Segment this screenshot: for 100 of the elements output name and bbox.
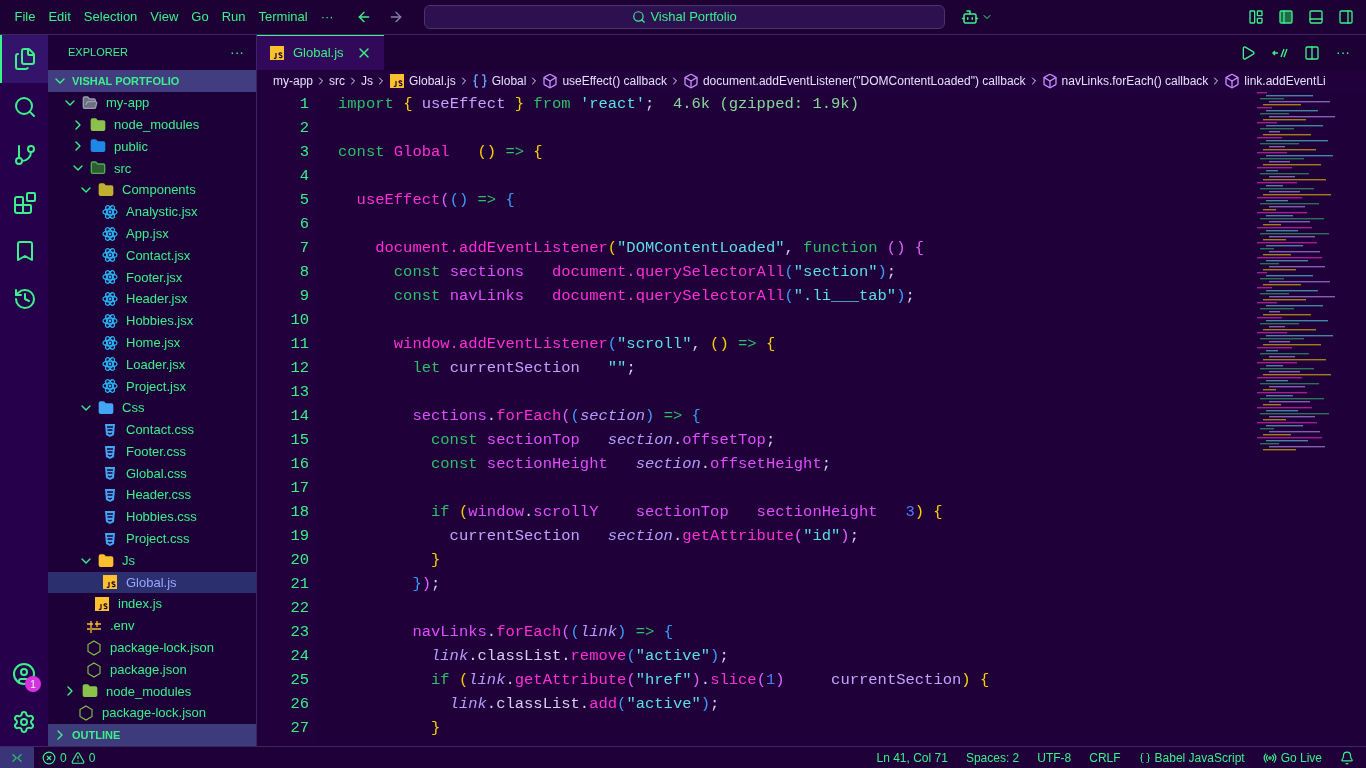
code-line: }: [430, 719, 441, 737]
language-button[interactable]: Babel JavaScript: [1138, 748, 1245, 767]
search-field[interactable]: Vishal Portfolio: [424, 5, 946, 29]
breadcrumb[interactable]: Global: [471, 72, 527, 90]
play-icon[interactable]: [1240, 44, 1256, 61]
breadcrumb[interactable]: my-app: [273, 72, 313, 90]
line-number: 27: [290, 718, 309, 739]
status-item[interactable]: Ln 41, Col 71: [876, 748, 948, 767]
menu-item[interactable]: Terminal: [252, 7, 315, 27]
line-number: 8: [299, 262, 309, 283]
tree-item[interactable]: Project.jsx: [48, 375, 256, 398]
tree-item[interactable]: Hobbies.css: [48, 506, 256, 528]
breadcrumb[interactable]: navLinks.forEach() callback: [1041, 72, 1209, 90]
copilot-button[interactable]: [961, 8, 994, 26]
tree-item[interactable]: Header.jsx: [48, 288, 256, 310]
line-number: 25: [290, 670, 309, 691]
line-number: 14: [290, 406, 309, 427]
section-header[interactable]: VISHAL PORTFOLIO: [48, 70, 256, 92]
layout-icon[interactable]: [1248, 9, 1264, 25]
problems-button[interactable]: 0 0: [42, 748, 96, 767]
remote-button[interactable]: [0, 747, 34, 768]
panel-right-icon[interactable]: [1338, 9, 1354, 25]
section-header[interactable]: OUTLINE: [48, 724, 256, 746]
tree-item[interactable]: node_modules: [48, 680, 256, 703]
tree-item[interactable]: Footer.css: [48, 440, 256, 463]
tree-item[interactable]: public: [48, 135, 256, 158]
tree-item[interactable]: App.jsx: [48, 222, 256, 245]
tree-item[interactable]: node_modules: [48, 113, 256, 136]
panel-bottom-icon[interactable]: [1308, 9, 1324, 25]
tree-item[interactable]: Header.css: [48, 484, 256, 507]
more-actions-button[interactable]: ···: [230, 42, 244, 63]
tree-item[interactable]: Global.css: [48, 462, 256, 485]
tree-item[interactable]: Hobbies.jsx: [48, 309, 256, 332]
folder-icon: [98, 400, 114, 417]
tree-item[interactable]: Css: [48, 397, 256, 419]
panel-left-icon[interactable]: [1278, 9, 1294, 25]
notification-badge: 1: [25, 676, 41, 692]
tree-item[interactable]: Analystic.jsx: [48, 201, 256, 223]
search-icon: [13, 95, 37, 119]
sliders-icon: [86, 618, 102, 634]
line-number: 1: [299, 94, 309, 115]
breadcrumb[interactable]: Global.js: [389, 72, 456, 90]
breadcrumb[interactable]: link.addEventLi: [1224, 72, 1326, 90]
tree-item[interactable]: Project.css: [48, 527, 256, 550]
account-icon[interactable]: [12, 662, 36, 686]
tree-item[interactable]: Js: [48, 549, 256, 572]
tree-item[interactable]: package.json: [48, 658, 256, 681]
line-number: 19: [290, 526, 309, 547]
line-number: 23: [290, 622, 309, 643]
menu-item[interactable]: Go: [184, 7, 216, 27]
status-item[interactable]: UTF-8: [1037, 748, 1072, 767]
bell-icon[interactable]: [1340, 750, 1354, 765]
code-line: window.addEventListener("scroll", () => {: [392, 335, 776, 353]
tree-item[interactable]: Contact.jsx: [48, 244, 256, 267]
menu-item[interactable]: ···: [314, 7, 341, 27]
more-actions-button[interactable]: ···: [1336, 42, 1350, 63]
js-file-icon: [94, 596, 110, 613]
status-item[interactable]: Spaces: 2: [965, 748, 1020, 767]
tree-item[interactable]: my-app: [48, 92, 256, 114]
breadcrumb[interactable]: document.addEventListener("DOMContentLoaded") callback: [682, 72, 1026, 90]
breadcrumb[interactable]: Js: [361, 72, 373, 90]
tree-item[interactable]: package-lock.json: [48, 702, 256, 724]
line-number: 12: [290, 358, 309, 379]
cube-icon: [1224, 73, 1241, 89]
css-file-icon: [102, 487, 118, 504]
tree-item[interactable]: Footer.jsx: [48, 266, 256, 289]
code-line: }: [430, 551, 441, 569]
tree-item[interactable]: .env: [48, 615, 256, 637]
menu-item[interactable]: Run: [215, 7, 252, 27]
code-line: if (link.getAttribute("href").slice(1) currentSection) {: [430, 671, 990, 689]
editor-tab[interactable]: Global.js: [257, 35, 384, 70]
files-icon: [13, 47, 37, 71]
breadcrumb[interactable]: useEffect() callback: [542, 72, 667, 90]
tree-item[interactable]: Global.js: [48, 571, 256, 594]
line-number: 11: [290, 334, 309, 355]
breadcrumb[interactable]: src: [329, 72, 345, 90]
robot-icon: [961, 8, 980, 26]
code-line: useEffect(() => {: [355, 191, 515, 209]
settings-icon[interactable]: [12, 710, 36, 734]
menu-item[interactable]: Selection: [77, 7, 144, 27]
menu-item[interactable]: Edit: [41, 7, 78, 27]
go-live-button[interactable]: Go Live: [1262, 748, 1322, 767]
menu-item[interactable]: File: [8, 7, 42, 27]
code-line: const sectionTop section.offsetTop;: [430, 431, 776, 449]
tree-item[interactable]: src: [48, 157, 256, 180]
tree-item[interactable]: Home.jsx: [48, 331, 256, 354]
atom-icon: [102, 247, 118, 264]
atom-icon: [102, 334, 118, 351]
folder-icon: [90, 116, 106, 133]
tree-item[interactable]: package-lock.json: [48, 636, 256, 659]
activity-item[interactable]: [0, 35, 48, 83]
split-editor-icon[interactable]: [1304, 44, 1320, 61]
menu-item[interactable]: View: [143, 7, 185, 27]
tree-item[interactable]: Contact.css: [48, 418, 256, 441]
hexagon-icon: [78, 705, 94, 722]
tree-item[interactable]: Loader.jsx: [48, 353, 256, 376]
tree-item[interactable]: index.js: [48, 593, 256, 616]
tree-item[interactable]: Components: [48, 179, 256, 201]
status-item[interactable]: CRLF: [1089, 748, 1121, 767]
code-line: currentSection section.getAttribute("id");: [448, 527, 859, 545]
